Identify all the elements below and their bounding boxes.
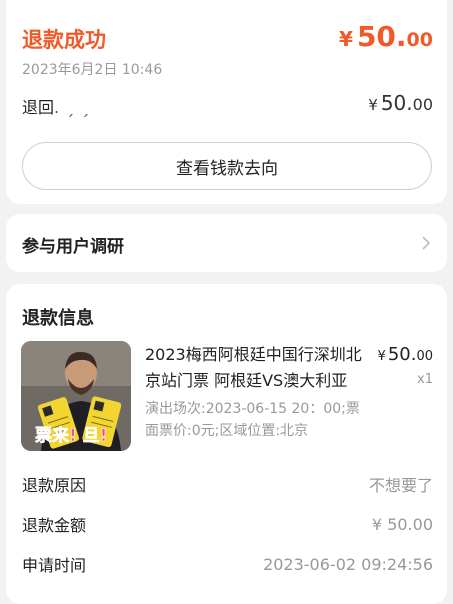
price-integer: 50. [387,344,417,365]
refund-reason-label: 退款原因 [22,476,87,495]
product-spec: 演出场次:2023-06-15 20：00;票面票价:0元;区域位置:北京 [145,401,360,439]
refund-status-card: 退款成功 ¥50.00 2023年6月2日 10:46 退回. ˏ ˏ ¥50.… [6,0,447,204]
user-survey-entry[interactable]: 参与用户调研 [6,214,447,272]
refund-amount-label: 退款金额 [22,516,87,535]
apply-time-value: 2023-06-02 09:24:56 [263,554,433,574]
refund-destination-amount: ¥50.00 [368,91,433,115]
amount-decimal: 00 [406,29,433,51]
currency-symbol: ¥ [339,27,353,51]
refund-destination-label: 退回 [22,98,55,117]
refund-status-amount: ¥50.00 [339,20,433,53]
refund-time: 2023年6月2日 10:46 [22,62,163,78]
apply-time-label: 申请时间 [22,556,87,575]
product-image-caption: 票来! 旦! [35,425,107,446]
refund-reason-value: 不想要了 [368,476,433,495]
currency-symbol: ¥ [368,96,378,114]
currency-symbol: ¥ [377,349,386,364]
refund-destination: 退回. ˏ ˏ [22,94,90,118]
chevron-right-icon [422,236,430,250]
refund-amount-value: ¥ 50.00 [371,514,433,534]
product-thumbnail[interactable]: 票来! 旦! [21,341,131,451]
refund-info-title: 退款信息 [22,308,94,329]
price-decimal: 00 [416,349,433,364]
refund-reason-row: 退款原因 不想要了 [22,472,433,496]
product-quantity: x1 [417,372,433,387]
amount-integer: 50. [356,20,407,53]
view-money-flow-button[interactable]: 查看钱款去向 [22,142,432,190]
amount-integer: 50. [380,91,413,115]
user-survey-label: 参与用户调研 [22,237,124,257]
product-name[interactable]: 2023梅西阿根廷中国行深圳北京站门票 阿根廷VS澳大利亚 [145,342,370,394]
amount-decimal: 00 [412,95,433,114]
refund-amount-row: 退款金额 ¥ 50.00 [22,512,433,536]
refund-status-title: 退款成功 [22,28,106,52]
product-price: ¥50.00 [378,344,433,365]
refund-destination-masked: . ˏ ˏ [54,98,91,117]
refund-info-card: 退款信息 票来! 旦! 2023梅西阿根廷中国行深圳北京站门票 阿根廷VS澳大利… [6,284,447,604]
apply-time-row: 申请时间 2023-06-02 09:24:56 [22,552,433,576]
